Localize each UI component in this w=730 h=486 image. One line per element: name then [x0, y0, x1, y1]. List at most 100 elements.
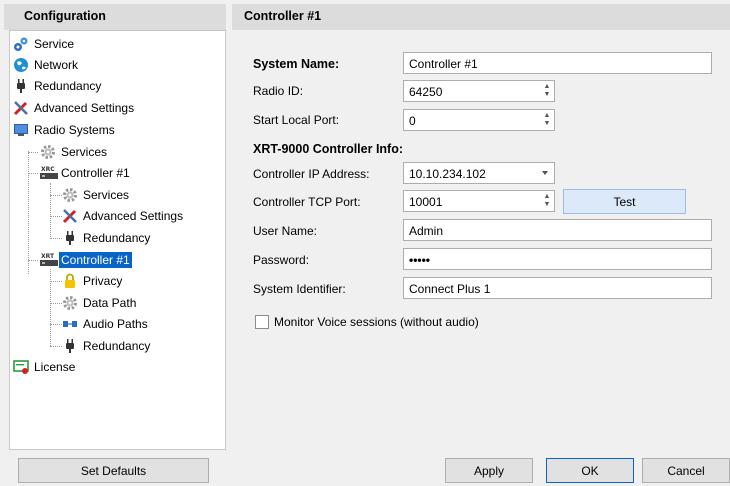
tree-item-network[interactable]: Network: [13, 55, 80, 75]
tree-line: [50, 183, 51, 239]
configuration-tree[interactable]: Service Network Redundancy Advanced Sett…: [9, 30, 226, 450]
tree-item-license[interactable]: License: [13, 357, 77, 377]
cancel-button[interactable]: Cancel: [642, 458, 730, 483]
system-name-label: System Name:: [253, 57, 340, 71]
tree-line: [50, 238, 62, 239]
radio-id-value: 64250: [409, 85, 443, 99]
tree-line: [28, 260, 38, 261]
tree-line: [28, 173, 38, 174]
set-defaults-button[interactable]: Set Defaults: [18, 458, 209, 483]
xrt-controller-icon: XRT: [40, 252, 58, 268]
tree-item-controller-redundancy[interactable]: Redundancy: [62, 228, 152, 248]
tree-item-label: Network: [34, 58, 79, 72]
controller-tcp-port-stepper[interactable]: 10001 ▲ ▼: [403, 190, 555, 212]
system-identifier-label: System Identifier:: [253, 282, 346, 296]
password-value: •••••: [409, 253, 431, 267]
tree-line: [28, 152, 38, 153]
monitor-voice-label: Monitor Voice sessions (without audio): [274, 315, 479, 329]
tree-item-label: Redundancy: [83, 231, 151, 245]
system-name-input[interactable]: Controller #1: [403, 52, 712, 74]
tree-item-radio-systems[interactable]: Radio Systems: [13, 120, 117, 140]
tree-item-controller-redundancy-2[interactable]: Redundancy: [62, 336, 152, 356]
tree-item-label: Redundancy: [83, 339, 151, 353]
controller-ip-value: 10.10.234.102: [409, 167, 486, 181]
tree-item-controller-selected[interactable]: XRT Controller #1: [40, 250, 132, 270]
gear-icon: [62, 187, 78, 203]
tree-item-controller-advanced-settings[interactable]: Advanced Settings: [62, 206, 185, 226]
tools-icon: [13, 100, 29, 116]
tree-item-label: Privacy: [83, 274, 123, 288]
audio-path-icon: [62, 316, 78, 332]
tree-item-label: Redundancy: [34, 79, 102, 93]
start-local-port-label: Start Local Port:: [253, 113, 340, 127]
radio-id-label: Radio ID:: [253, 84, 304, 98]
configuration-header: Configuration: [4, 4, 226, 30]
gear-icon: [62, 295, 78, 311]
tree-item-label: Data Path: [83, 296, 137, 310]
tree-item-advanced-settings[interactable]: Advanced Settings: [13, 98, 136, 118]
xrt-controller-icon: XRC: [40, 165, 58, 181]
tree-item-audio-paths[interactable]: Audio Paths: [62, 314, 150, 334]
panel-title: Controller #1: [232, 4, 730, 30]
tree-item-label: Audio Paths: [83, 317, 148, 331]
start-local-port-stepper[interactable]: 0 ▲ ▼: [403, 109, 555, 131]
tree-item-label: Services: [83, 188, 130, 202]
tree-item-controller-services[interactable]: Services: [62, 185, 131, 205]
system-name-value: Controller #1: [409, 57, 478, 71]
plug-icon: [62, 338, 78, 354]
plug-icon: [13, 78, 29, 94]
controller-ip-label: Controller IP Address:: [253, 167, 370, 181]
tree-item-privacy[interactable]: Privacy: [62, 271, 124, 291]
tree-item-label: Advanced Settings: [83, 209, 184, 223]
tree-line: [50, 216, 62, 217]
user-name-input[interactable]: Admin: [403, 219, 712, 241]
chevron-down-icon[interactable]: [542, 171, 548, 175]
tree-item-services[interactable]: Services: [40, 142, 109, 162]
user-name-label: User Name:: [253, 224, 318, 238]
start-local-port-value: 0: [409, 114, 416, 128]
controller-tcp-port-value: 10001: [409, 195, 443, 209]
tree-item-label: Services: [61, 145, 108, 159]
system-identifier-input[interactable]: Connect Plus 1: [403, 277, 712, 299]
tree-line: [28, 151, 29, 274]
tree-item-label: Radio Systems: [34, 123, 115, 137]
tools-icon: [62, 208, 78, 224]
tree-item-label: License: [34, 360, 76, 374]
spinner-arrows-icon[interactable]: ▲ ▼: [543, 193, 551, 209]
tree-item-label: Advanced Settings: [34, 101, 135, 115]
tree-line: [50, 303, 62, 304]
tree-item-redundancy[interactable]: Redundancy: [13, 76, 103, 96]
svg-text:XRC: XRC: [41, 166, 55, 173]
gear-icon: [40, 144, 56, 160]
svg-text:XRT: XRT: [41, 253, 55, 260]
tree-item-service[interactable]: Service: [13, 34, 76, 54]
test-button[interactable]: Test: [563, 189, 686, 214]
ok-button[interactable]: OK: [546, 458, 634, 483]
gears-icon: [13, 36, 29, 52]
tree-item-label: Controller #1: [59, 252, 132, 268]
tree-item-label: Controller #1: [61, 166, 130, 180]
tree-item-label: Service: [34, 37, 75, 51]
system-identifier-value: Connect Plus 1: [409, 282, 491, 296]
section-title: XRT-9000 Controller Info:: [253, 142, 404, 156]
lock-icon: [62, 273, 78, 289]
plug-icon: [62, 230, 78, 246]
password-label: Password:: [253, 253, 310, 267]
spinner-arrows-icon[interactable]: ▲ ▼: [543, 112, 551, 128]
license-icon: [13, 359, 29, 375]
spinner-arrows-icon[interactable]: ▲ ▼: [543, 83, 551, 99]
tree-item-controller[interactable]: XRC Controller #1: [40, 163, 132, 183]
user-name-value: Admin: [409, 224, 444, 238]
tree-line: [50, 281, 62, 282]
controller-ip-dropdown[interactable]: 10.10.234.102: [403, 162, 555, 184]
globe-icon: [13, 57, 29, 73]
tree-line: [50, 324, 62, 325]
monitor-voice-checkbox[interactable]: [255, 315, 269, 329]
radio-id-stepper[interactable]: 64250 ▲ ▼: [403, 80, 555, 102]
tree-line: [50, 346, 62, 347]
password-field[interactable]: •••••: [403, 248, 712, 270]
monitor-icon: [13, 122, 29, 138]
tree-item-data-path[interactable]: Data Path: [62, 293, 138, 313]
tree-line: [50, 195, 62, 196]
apply-button[interactable]: Apply: [445, 458, 533, 483]
